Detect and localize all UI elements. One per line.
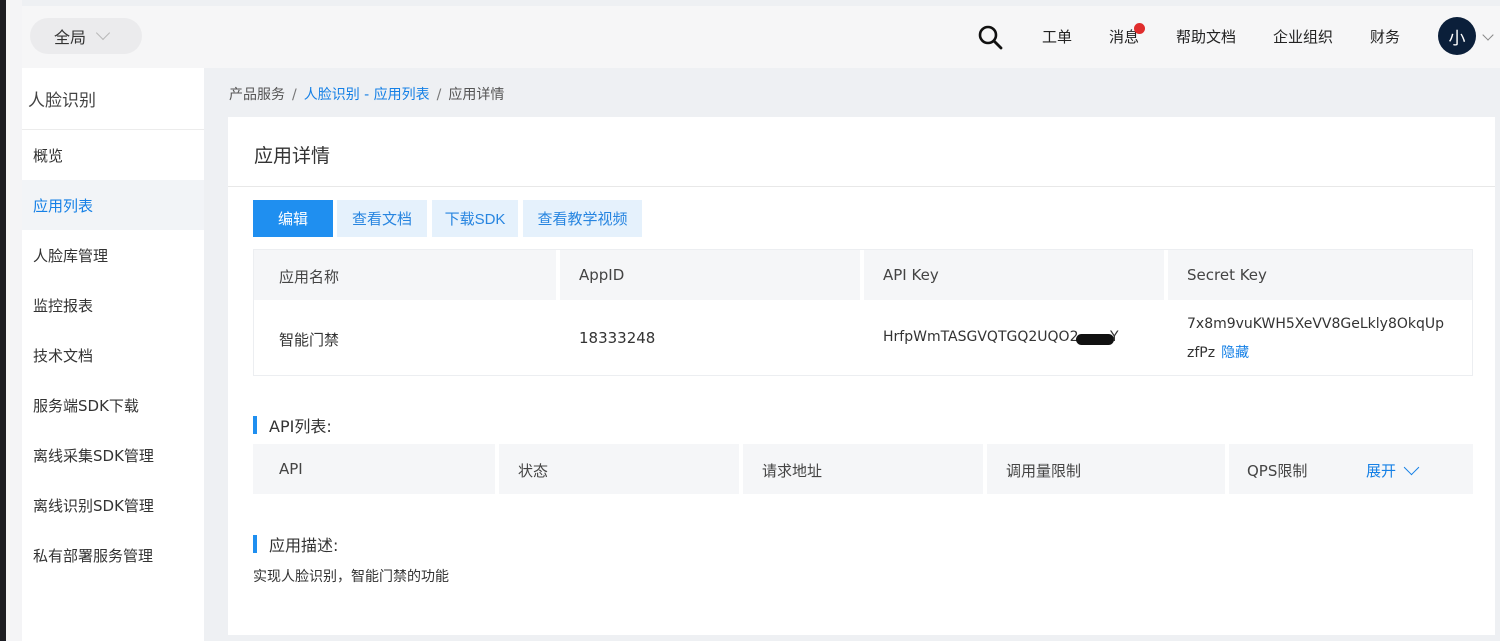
search-icon[interactable] — [977, 24, 1003, 50]
description-title: 应用描述: — [269, 536, 339, 555]
api-list-table-header: API 状态 请求地址 调用量限制 QPS限制 展开 — [253, 444, 1473, 494]
notification-dot — [1134, 23, 1145, 34]
breadcrumb-separator: / — [436, 87, 442, 103]
header-app-name: 应用名称 — [279, 268, 340, 286]
scope-selector[interactable]: 全局 — [30, 18, 142, 54]
header-api: API — [279, 460, 303, 478]
app-detail-card: 应用详情 编辑 查看文档 下载SDK 查看教学视频 应用名称 AppID API… — [228, 117, 1495, 635]
avatar-chevron-down-icon[interactable] — [1482, 29, 1494, 41]
sidebar-item-overview[interactable]: 概览 — [22, 130, 204, 180]
sidebar-item-tech-docs[interactable]: 技术文档 — [22, 330, 204, 380]
breadcrumb-root[interactable]: 产品服务 — [229, 87, 285, 103]
expand-label: 展开 — [1366, 462, 1397, 480]
column-separator — [1225, 444, 1229, 494]
avatar[interactable]: 小 — [1438, 17, 1476, 55]
view-docs-button[interactable]: 查看文档 — [337, 200, 427, 237]
hide-secret-link[interactable]: 隐藏 — [1221, 345, 1249, 361]
sidebar: 人脸识别 概览 应用列表 人脸库管理 监控报表 技术文档 服务端SDK下载 离线… — [22, 68, 204, 641]
column-separator — [495, 444, 499, 494]
sidebar-item-monitor-report[interactable]: 监控报表 — [22, 280, 204, 330]
divider — [228, 186, 1495, 187]
header-app-id: AppID — [579, 266, 625, 284]
api-key-tail: Y — [1110, 329, 1119, 345]
sidebar-item-face-library[interactable]: 人脸库管理 — [22, 230, 204, 280]
app-id-value: 18333248 — [579, 329, 656, 347]
edit-button[interactable]: 编辑 — [253, 200, 333, 237]
expand-toggle[interactable]: 展开 — [1366, 459, 1420, 481]
top-header: 全局 工单 消息 帮助文档 企业组织 财务 小 — [22, 6, 1500, 68]
scope-label: 全局 — [54, 28, 87, 47]
chevron-down-icon — [1403, 459, 1420, 476]
chevron-down-icon — [95, 25, 111, 41]
header-api-key: API Key — [883, 266, 939, 284]
sidebar-item-offline-recognition-sdk[interactable]: 离线识别SDK管理 — [22, 480, 204, 530]
column-separator — [860, 250, 864, 300]
secret-key-value-line2: zfPz — [1187, 345, 1216, 361]
column-separator — [1164, 250, 1168, 300]
api-key-value: HrfpWmTASGVQTGQ2UQO2 — [883, 329, 1079, 345]
nav-help-docs[interactable]: 帮助文档 — [1176, 26, 1236, 47]
column-separator — [556, 250, 560, 300]
breadcrumb-current: 应用详情 — [448, 87, 505, 103]
breadcrumb: 产品服务 / 人脸识别 - 应用列表 / 应用详情 — [229, 84, 504, 104]
download-sdk-button[interactable]: 下载SDK — [432, 200, 518, 237]
column-separator — [739, 444, 743, 494]
section-marker — [253, 416, 257, 434]
breadcrumb-separator: / — [292, 87, 297, 103]
table-row: 智能门禁 18333248 HrfpWmTASGVQTGQ2UQO2 Y 7x8… — [254, 300, 1472, 375]
table-header: 应用名称 AppID API Key Secret Key — [254, 250, 1472, 300]
sidebar-item-server-sdk[interactable]: 服务端SDK下载 — [22, 380, 204, 430]
header-qps-limit: QPS限制 — [1247, 462, 1308, 480]
secret-key-value-line1: 7x8m9vuKWH5XeVV8GeLkly8OkqUp — [1187, 316, 1444, 332]
column-separator — [983, 444, 987, 494]
app-description: 实现人脸识别，智能门禁的功能 — [253, 569, 449, 585]
nav-ticket[interactable]: 工单 — [1042, 26, 1072, 47]
api-list-title: API列表: — [269, 417, 332, 436]
breadcrumb-parent-link[interactable]: 人脸识别 - 应用列表 — [304, 87, 430, 103]
app-info-table: 应用名称 AppID API Key Secret Key 智能门禁 18333… — [253, 249, 1473, 376]
sidebar-item-app-list[interactable]: 应用列表 — [22, 180, 204, 230]
tutorial-video-button[interactable]: 查看教学视频 — [523, 200, 642, 237]
avatar-text: 小 — [1448, 28, 1466, 49]
sidebar-title: 人脸识别 — [22, 68, 204, 130]
header-call-limit: 调用量限制 — [1006, 462, 1082, 480]
header-status: 状态 — [518, 462, 549, 480]
sidebar-item-private-deploy[interactable]: 私有部署服务管理 — [22, 530, 204, 580]
sidebar-item-offline-capture-sdk[interactable]: 离线采集SDK管理 — [22, 430, 204, 480]
header-secret-key: Secret Key — [1187, 266, 1267, 284]
secret-key-value-line2-wrap: zfPz 隐藏 — [1187, 342, 1249, 362]
section-marker — [253, 535, 257, 553]
api-list-section-title: API列表: — [253, 413, 332, 437]
app-name-value: 智能门禁 — [279, 331, 340, 349]
header-request-url: 请求地址 — [762, 462, 823, 480]
nav-organization[interactable]: 企业组织 — [1273, 26, 1333, 47]
description-section-title: 应用描述: — [253, 532, 338, 556]
window-gutter — [6, 0, 22, 641]
nav-finance[interactable]: 财务 — [1370, 26, 1400, 47]
redaction-mark — [1076, 334, 1114, 345]
page-title: 应用详情 — [254, 145, 331, 167]
